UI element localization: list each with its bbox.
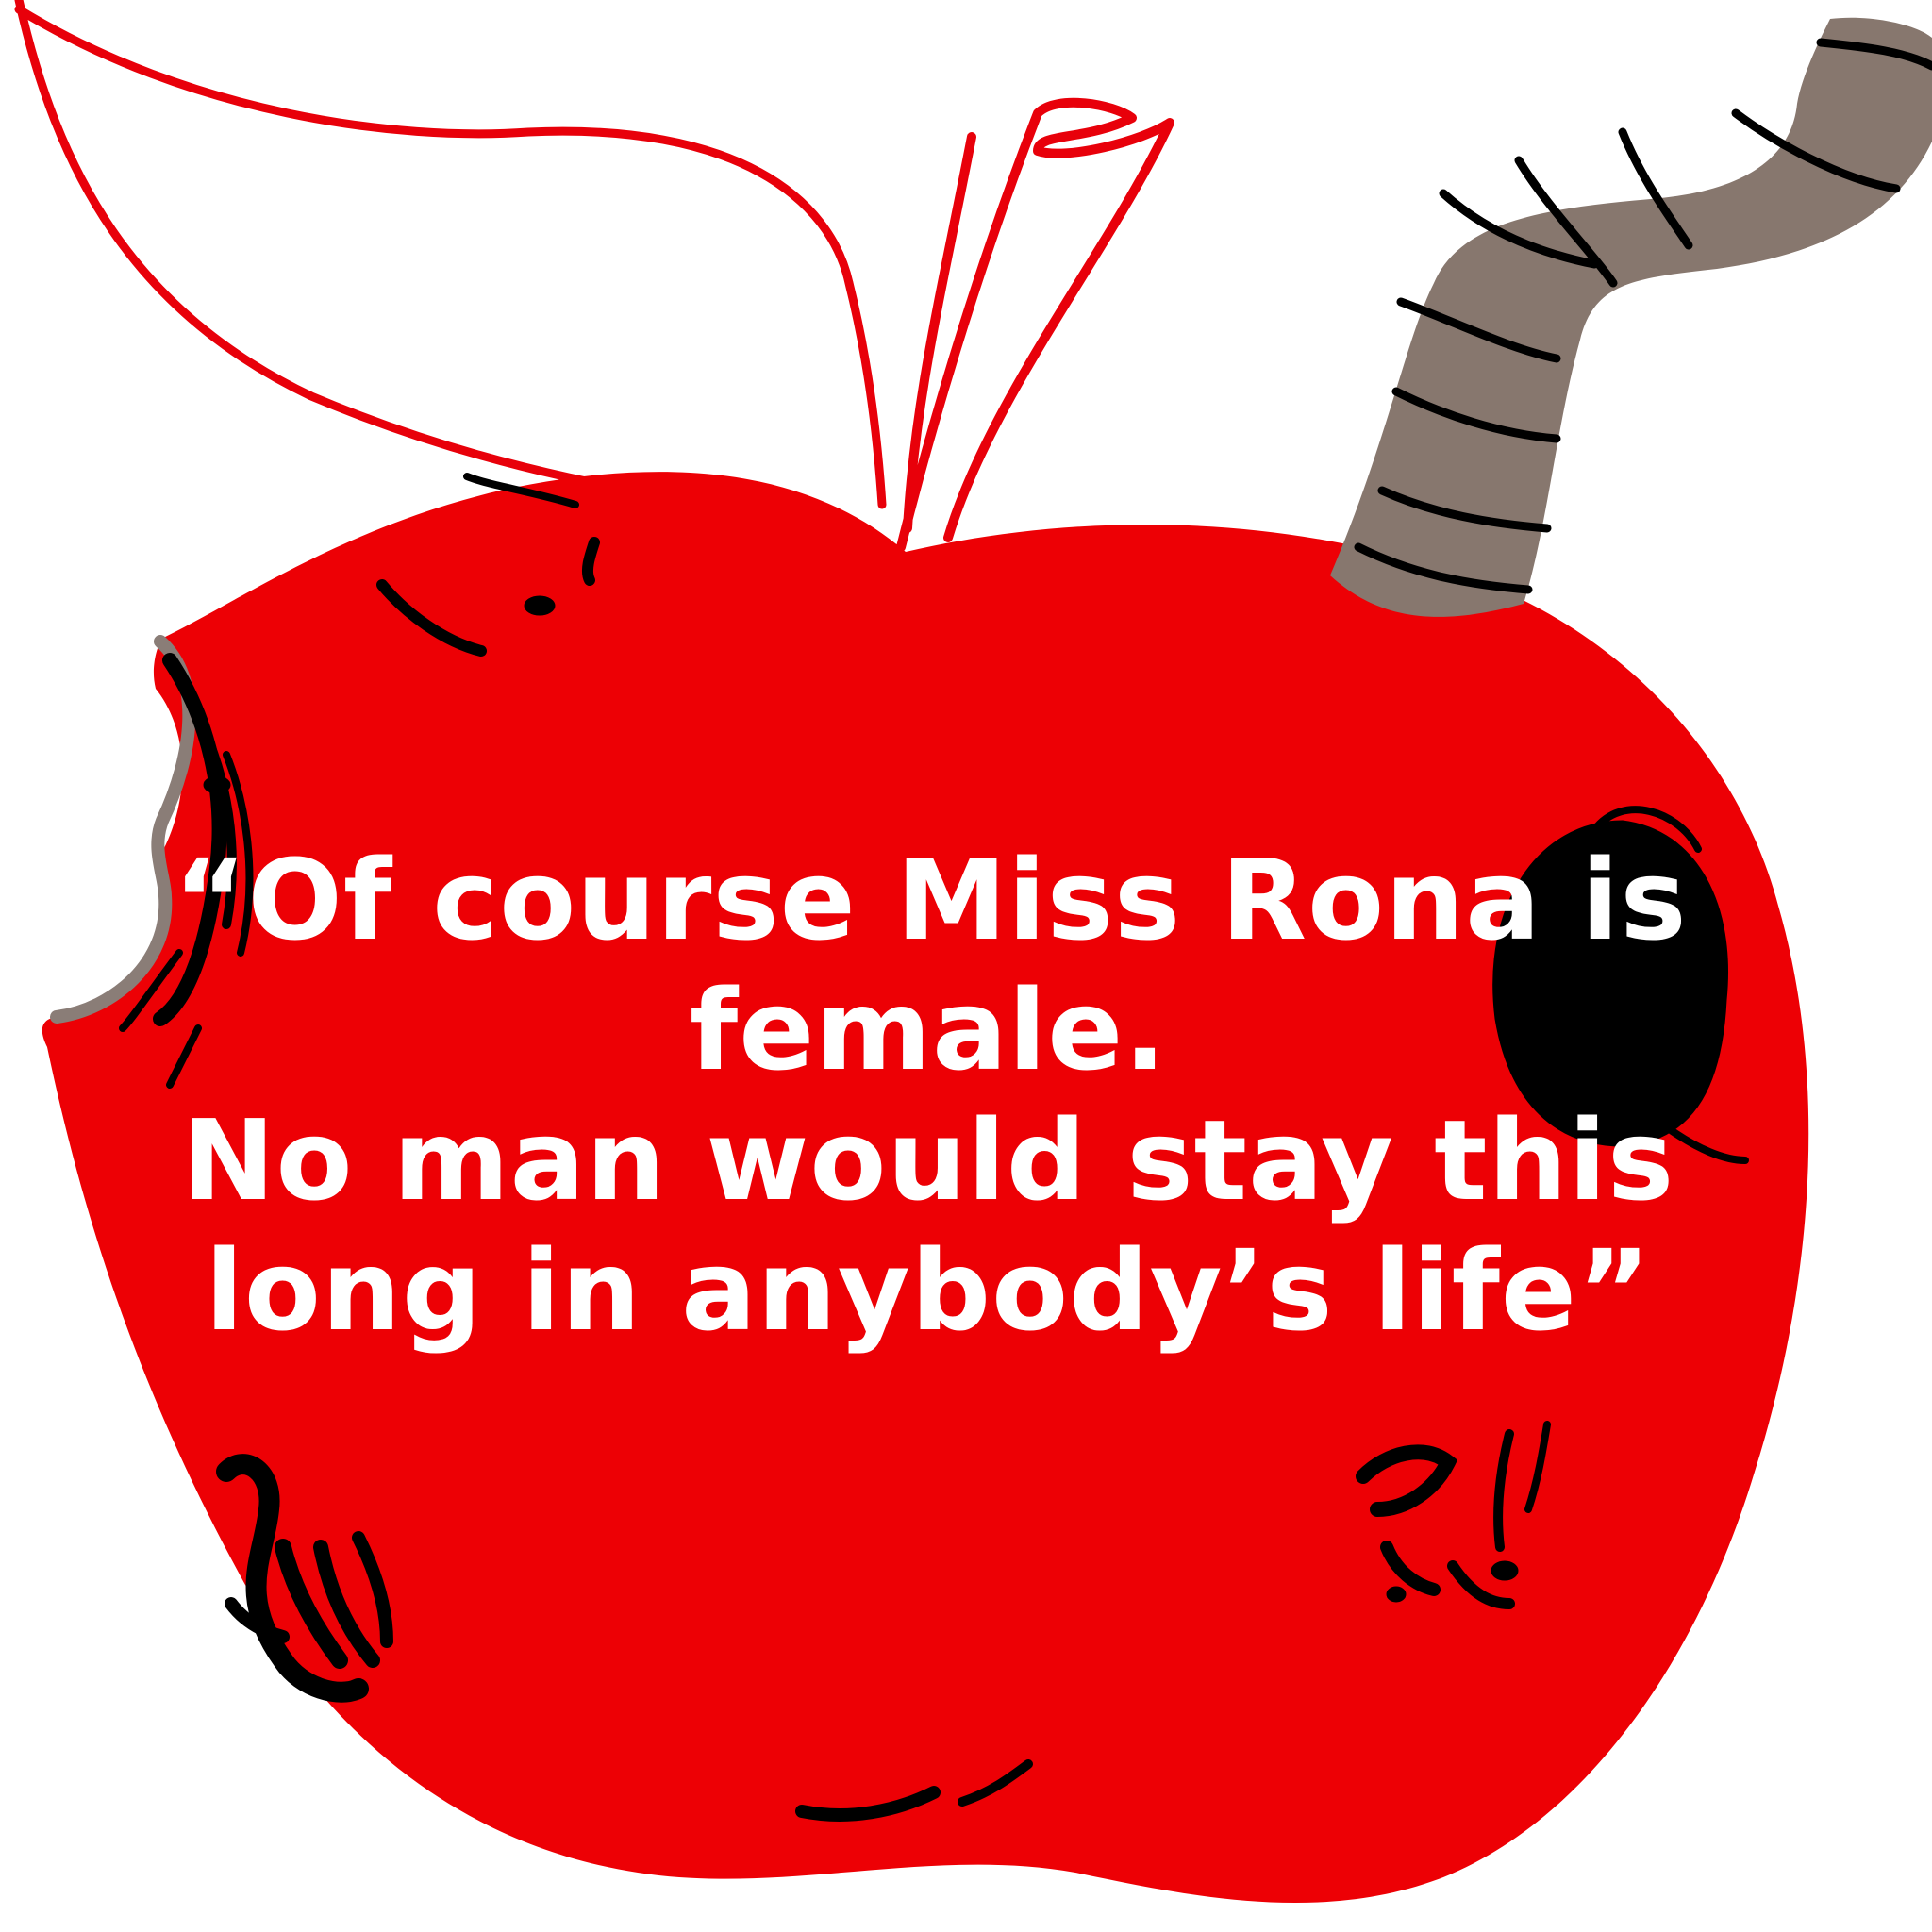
quote-line-1: “Of course Miss Rona is	[174, 835, 1688, 965]
quote-line-4: long in anybody’s life”	[205, 1225, 1652, 1356]
leaf-outline	[14, 0, 887, 514]
quote-text: “Of course Miss Rona is female. No man w…	[174, 835, 1688, 1356]
quote-line-3: No man would stay this	[181, 1095, 1675, 1225]
poster-canvas: “Of course Miss Rona is female. No man w…	[0, 0, 1932, 1932]
stem-outline	[896, 97, 1174, 552]
quote-line-2: female.	[689, 965, 1168, 1095]
worm-body	[1330, 17, 1932, 617]
